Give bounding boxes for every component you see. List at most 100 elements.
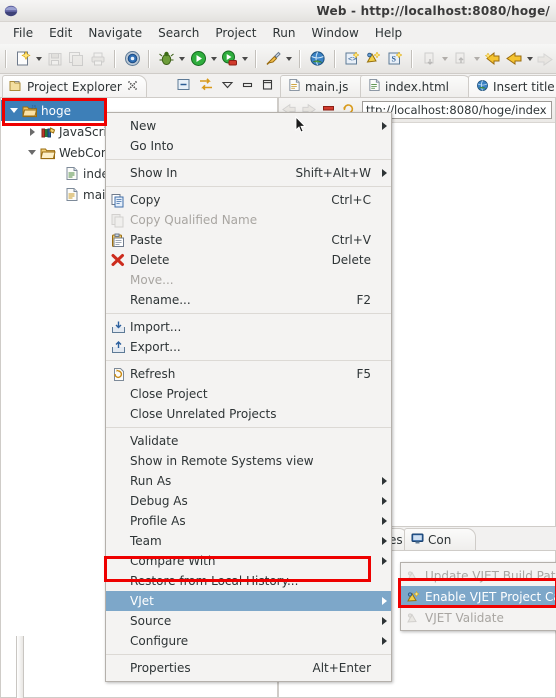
menu-item-close-project[interactable]: Close Project [106,384,391,404]
menu-item-label: Source [130,614,172,628]
menu-item-import[interactable]: Import... [106,317,391,337]
editor-vertical-sash[interactable] [16,636,24,698]
new-js-icon[interactable]: <> [341,48,363,70]
toolbar-grip[interactable] [409,49,416,69]
menu-item-restore-from-local-history[interactable]: Restore from Local History... [106,571,391,591]
toolbar-grip[interactable] [3,49,10,69]
menu-help[interactable]: Help [367,24,410,42]
folder-icon [39,146,57,160]
menu-item-go-into[interactable]: Go Into [106,136,391,156]
bug-icon[interactable] [156,48,178,70]
copy-icon [106,193,130,208]
forward-arrow-icon [534,48,556,70]
menu-item-vjet[interactable]: VJet [106,591,391,611]
menu-item-validate[interactable]: Validate [106,431,391,451]
minimize-icon[interactable] [241,78,254,94]
submenu-arrow-icon [377,169,391,177]
toolbar-grip[interactable] [332,49,339,69]
menu-item-label: Profile As [130,514,186,528]
menu-item-refresh[interactable]: Refresh F5 [106,364,391,384]
menu-item-copy-qualified-name: Copy Qualified Name [106,210,391,230]
menu-item-debug-as[interactable]: Debug As [106,491,391,511]
menu-item-show-in[interactable]: Show In Shift+Alt+W [106,163,391,183]
run-server-icon[interactable] [219,48,241,70]
toolbar-grip[interactable] [112,49,119,69]
copy-qualified-icon [106,213,130,228]
menu-separator [106,360,391,361]
title-bar: Web - http://localhost:8080/hoge/ [0,0,556,22]
tab-console[interactable]: Con [404,528,476,550]
menu-item-label: Delete [130,253,170,267]
new-s-icon[interactable]: S [385,48,407,70]
menu-item-paste[interactable]: Paste Ctrl+V [106,230,391,250]
menu-item-compare-with[interactable]: Compare With [106,551,391,571]
menu-item-label: Restore from Local History... [130,574,299,588]
tab-project-explorer[interactable]: Project Explorer [2,75,147,97]
chevron-down-icon[interactable] [221,78,234,94]
menu-item-show-in-remote-systems-view[interactable]: Show in Remote Systems view [106,451,391,471]
menu-file[interactable]: File [5,24,41,42]
run-dropdown-icon[interactable] [209,48,219,70]
main-toolbar: <> S [0,44,556,74]
new-vjet-icon[interactable] [363,48,385,70]
menu-item-label: Rename... [130,293,191,307]
menu-item-source[interactable]: Source [106,611,391,631]
menu-item-label: Export... [130,340,181,354]
twisty-right-icon[interactable] [25,127,39,136]
globe-icon [476,79,489,95]
run-server-dropdown-icon[interactable] [240,48,250,70]
refresh-doc-icon [106,367,130,382]
link-with-editor-icon[interactable] [198,77,214,95]
submenu-item-label: VJET Validate [425,610,504,625]
tab-insert-title-here[interactable]: Insert title h [468,75,556,97]
toolbar-grip[interactable] [297,49,304,69]
menu-item-label: Debug As [130,494,188,508]
new-file-icon[interactable] [13,48,35,70]
menu-project[interactable]: Project [207,24,264,42]
menu-window[interactable]: Window [303,24,366,42]
menu-search[interactable]: Search [150,24,207,42]
back-arrow-icon[interactable] [503,48,525,70]
globe-icon[interactable] [307,48,329,70]
menu-item-label: Copy Qualified Name [130,213,258,227]
menu-run[interactable]: Run [264,24,303,42]
menu-navigate[interactable]: Navigate [80,24,150,42]
maximize-icon[interactable] [261,78,274,94]
tab-index-html[interactable]: index.html [360,75,472,97]
menu-item-copy[interactable]: Copy Ctrl+C [106,190,391,210]
toolbar-grip[interactable] [253,49,260,69]
external-tools-dropdown-icon[interactable] [284,48,294,70]
menu-item-move: Move... [106,270,391,290]
submenu-arrow-icon [377,497,391,505]
menu-item-run-as[interactable]: Run As [106,471,391,491]
collapse-all-icon[interactable] [176,77,191,95]
gear-build-icon[interactable] [122,48,144,70]
submenu-item-enable-vjet-project-capability[interactable]: Enable VJET Project Capab [401,586,556,607]
new-file-dropdown-icon[interactable] [34,48,44,70]
menu-item-label: Go Into [130,139,174,153]
back-dropdown-icon[interactable] [525,48,535,70]
menu-item-export[interactable]: Export... [106,337,391,357]
menu-item-delete[interactable]: Delete Delete [106,250,391,270]
menu-item-accel: Alt+Enter [312,661,371,675]
external-tools-icon[interactable] [263,48,285,70]
toolbar-grip[interactable] [146,49,153,69]
menu-item-properties[interactable]: Properties Alt+Enter [106,658,391,678]
menu-item-configure[interactable]: Configure [106,631,391,651]
tree-item-label: JavaScri [59,124,107,139]
close-icon[interactable] [127,80,138,94]
menu-edit[interactable]: Edit [41,24,80,42]
html-file-icon [368,78,381,95]
twisty-down-icon[interactable] [7,108,21,113]
last-edit-location-icon[interactable] [482,48,504,70]
run-green-arrow-icon[interactable] [187,48,209,70]
menu-item-new[interactable]: New [106,116,391,136]
twisty-down-icon[interactable] [25,150,39,155]
menu-item-rename[interactable]: Rename... F2 [106,290,391,310]
menu-item-profile-as[interactable]: Profile As [106,511,391,531]
menu-item-close-unrelated-projects[interactable]: Close Unrelated Projects [106,404,391,424]
tree-item-hoge[interactable]: JS hoge [1,100,106,121]
vjet-icon [401,569,425,583]
menu-item-team[interactable]: Team [106,531,391,551]
bug-dropdown-icon[interactable] [178,48,188,70]
